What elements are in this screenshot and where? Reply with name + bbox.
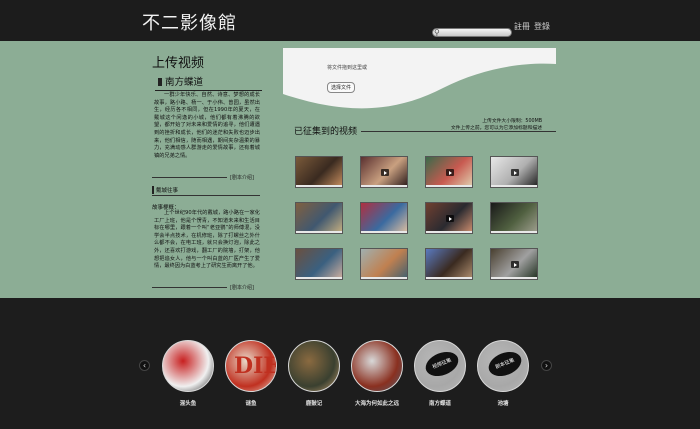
thumbnail-caption-bar [491,231,537,233]
main-panel: 上传视频 南方蝶道 一群少年快乐、自然、诗意、梦想的成长故事，路小路、杨一、于小… [0,41,700,298]
left-column: 上传视频 南方蝶道 一群少年快乐、自然、诗意、梦想的成长故事，路小路、杨一、于小… [152,41,262,298]
film-poster[interactable]: DIE [225,340,277,392]
film-poster[interactable] [288,340,340,392]
page-title: 上传视频 [152,56,205,71]
collected-videos-title: 已征集到的视频 [294,127,358,137]
script-intro-link-1[interactable]: [剧本介绍] [230,174,254,181]
project-description: 一群少年快乐、自然、诗意、梦想的成长故事，路小路、杨一、于小伟、曾园，虽然出生，… [154,92,260,159]
thumbnail-caption-bar [361,277,407,279]
play-icon[interactable] [446,169,454,176]
film-title[interactable]: 池塘 [458,399,548,407]
thumbnail-caption-bar [296,231,342,233]
video-thumbnail[interactable] [360,248,408,280]
section-title: 南方蝶道 [155,74,262,91]
film-poster[interactable] [351,340,403,392]
play-icon[interactable] [511,169,519,176]
video-thumbnail[interactable] [295,156,343,188]
section-title-text: 南方蝶道 [165,77,204,88]
thumbnail-caption-bar [426,277,472,279]
video-thumbnail[interactable] [360,202,408,234]
carousel-prev-icon[interactable]: ‹ [139,360,150,371]
thumbnail-caption-bar [491,277,537,279]
thumbnail-caption-bar [296,185,342,187]
video-thumbnail[interactable] [425,156,473,188]
carousel-next-icon[interactable]: › [541,360,552,371]
video-thumbnail[interactable] [295,248,343,280]
wave-decoration [283,63,556,114]
video-thumbnail[interactable] [425,248,473,280]
story-synopsis: 上个世纪90年代的戴城，路小路在一家化工厂上班，他是个愣青，不知道未来和生活目标… [154,210,260,270]
video-thumbnail[interactable] [425,202,473,234]
film-poster[interactable] [162,340,214,392]
film-carousel: ‹ › 混头鱼 DIE 谜鱼 鹿鼓记 大海为何如此之远 视频征集 南方蝶道 剧本征集 池塘 [0,298,700,429]
thumbnail-caption-bar [426,231,472,233]
upload-dropzone[interactable]: 将文件拖到这里或 选择文件 [283,48,556,114]
header: 不二影像館 ⚲ 註冊 登錄 [0,0,700,41]
sub-heading: 戴城往事 [152,186,178,194]
thumbnail-caption-bar [361,185,407,187]
speech-bubble-icon: 剧本征集 [485,347,525,381]
upload-size-note: 上传文件大小限制：500MB 文件上传之前，您可以为它添加标题和描述 [422,118,542,132]
film-poster[interactable]: 剧本征集 [477,340,529,392]
video-thumbnail[interactable] [490,248,538,280]
divider [361,131,556,132]
divider [152,177,227,178]
thumbnail-caption-bar [491,185,537,187]
speech-bubble-icon: 视频征集 [422,347,462,381]
play-icon[interactable] [446,215,454,222]
search-icon[interactable]: ⚲ [434,28,440,37]
register-link[interactable]: 註冊 [514,21,530,32]
thumbnail-caption-bar [361,231,407,233]
choose-file-button[interactable]: 选择文件 [327,82,356,93]
login-link[interactable]: 登錄 [534,21,550,32]
drop-hint: 将文件拖到这里或 [327,65,368,71]
script-intro-link-2[interactable]: [剧本介绍] [230,284,254,291]
poster-text: DIE [234,353,277,379]
search-input[interactable]: ⚲ [432,28,512,37]
divider [152,287,227,288]
upload-size-line: 上传文件大小限制：500MB [482,119,542,124]
video-thumbnail[interactable] [490,202,538,234]
thumbnail-caption-bar [426,185,472,187]
video-thumbnail[interactable] [490,156,538,188]
divider [152,195,260,196]
video-thumbnail[interactable] [295,202,343,234]
video-thumbnail[interactable] [360,156,408,188]
bullet-icon [158,78,162,86]
film-poster[interactable]: 视频征集 [414,340,466,392]
play-icon[interactable] [381,169,389,176]
site-title[interactable]: 不二影像館 [142,9,237,35]
thumbnail-caption-bar [296,277,342,279]
play-icon[interactable] [511,261,519,268]
